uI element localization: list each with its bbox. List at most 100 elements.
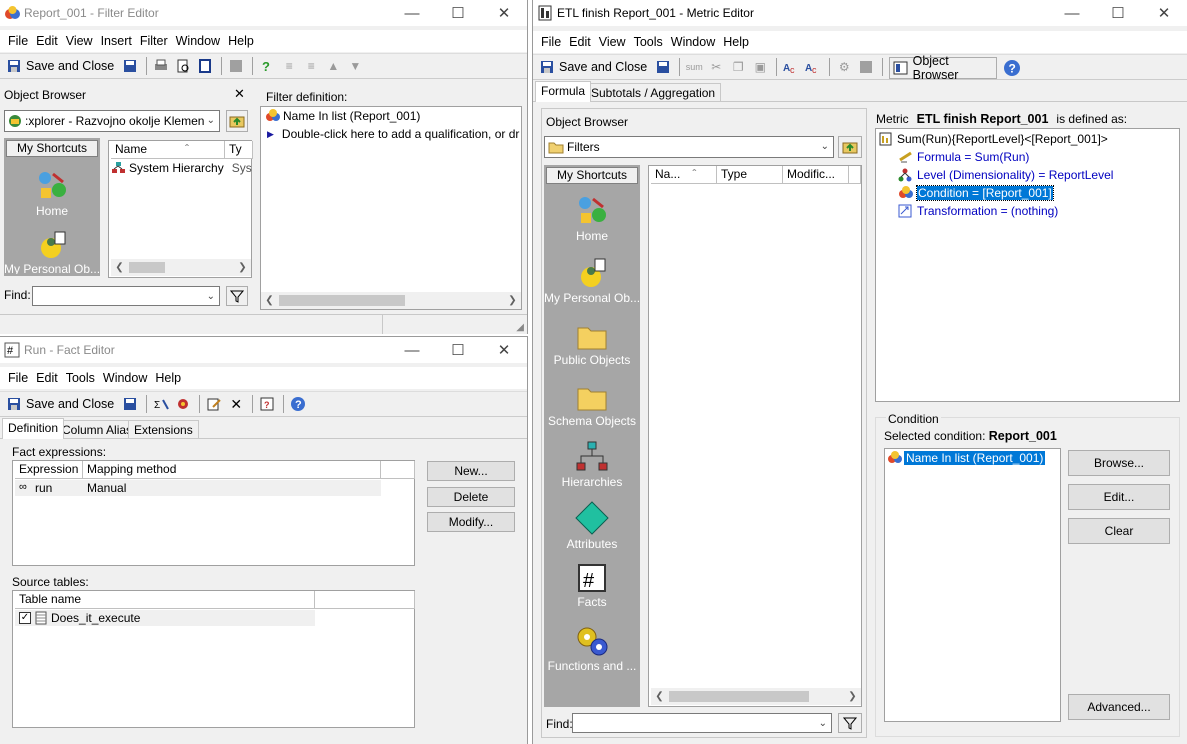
- scroll-left-icon[interactable]: ❮: [111, 259, 128, 276]
- column-extra[interactable]: [381, 461, 415, 479]
- debug-icon[interactable]: [173, 394, 193, 414]
- filter-editor-titlebar[interactable]: Report_001 - Filter Editor — ☐ ✕: [0, 0, 527, 26]
- close-button[interactable]: ✕: [481, 0, 527, 26]
- scroll-thumb[interactable]: [669, 691, 809, 702]
- menu-tools[interactable]: Tools: [634, 35, 663, 49]
- menu-file[interactable]: File: [8, 34, 28, 48]
- minimize-button[interactable]: —: [1049, 0, 1095, 26]
- edit-icon[interactable]: [204, 394, 224, 414]
- shortcut-facts[interactable]: # Facts: [544, 563, 640, 609]
- stop-icon[interactable]: [856, 57, 876, 77]
- location-dropdown[interactable]: :xplorer - Razvojno okolje Klemen ⌄: [4, 110, 220, 132]
- scroll-thumb[interactable]: [129, 262, 165, 273]
- validate-icon[interactable]: sum: [684, 57, 704, 77]
- fact-expression-icon[interactable]: Σ: [151, 394, 171, 414]
- shortcut-schema-objects[interactable]: Schema Objects: [544, 384, 640, 428]
- shortcut-home[interactable]: Home: [4, 168, 100, 218]
- stop-icon[interactable]: [226, 56, 246, 76]
- move-up-icon[interactable]: ▲: [323, 56, 343, 76]
- delete-icon[interactable]: ✕: [226, 394, 246, 414]
- maximize-button[interactable]: ☐: [435, 0, 481, 26]
- save-icon[interactable]: [4, 56, 24, 76]
- column-extra[interactable]: [315, 591, 415, 609]
- horizontal-scrollbar[interactable]: ❮ ❯: [261, 292, 521, 309]
- browse-button[interactable]: Browse...: [1068, 450, 1170, 476]
- fact-editor-titlebar[interactable]: # Run - Fact Editor — ☐ ✕: [0, 337, 527, 363]
- close-pane-icon[interactable]: ✕: [234, 86, 245, 102]
- filter-find-button[interactable]: [226, 286, 248, 306]
- tab-subtotals-aggregation[interactable]: Subtotals / Aggregation: [585, 83, 722, 102]
- list-item[interactable]: System Hierarchy Sys: [111, 161, 252, 175]
- condition-item[interactable]: Name In list (Report_001): [887, 451, 1046, 465]
- shortcut-public-objects[interactable]: Public Objects: [544, 323, 640, 367]
- find-input[interactable]: ⌄: [32, 286, 220, 306]
- outdent-icon[interactable]: ≡: [301, 56, 321, 76]
- definition-formula[interactable]: Formula = Sum(Run): [898, 150, 1029, 164]
- edit-button[interactable]: Edit...: [1068, 484, 1170, 510]
- add-qualification-item[interactable]: ▶ Double-click here to add a qualificati…: [267, 127, 519, 141]
- up-folder-button[interactable]: [838, 136, 862, 158]
- paste-icon[interactable]: ▣: [750, 57, 770, 77]
- column-mapping-method[interactable]: Mapping method: [83, 461, 381, 479]
- menu-filter[interactable]: Filter: [140, 34, 168, 48]
- shortcut-attributes[interactable]: Attributes: [544, 501, 640, 551]
- table-row[interactable]: ✓ Does_it_execute: [15, 610, 315, 626]
- tab-formula[interactable]: Formula: [535, 81, 592, 102]
- help-icon[interactable]: ?: [288, 394, 308, 414]
- column-type[interactable]: Ty: [225, 141, 253, 159]
- horizontal-scrollbar[interactable]: ❮ ❯: [651, 688, 861, 705]
- maximize-button[interactable]: ☐: [1095, 0, 1141, 26]
- menu-window[interactable]: Window: [671, 35, 715, 49]
- copy-icon[interactable]: ❐: [728, 57, 748, 77]
- minimize-button[interactable]: —: [389, 0, 435, 26]
- menu-window[interactable]: Window: [176, 34, 220, 48]
- abc-icon[interactable]: Ac: [781, 57, 801, 77]
- advanced-button[interactable]: Advanced...: [1068, 694, 1170, 720]
- close-button[interactable]: ✕: [481, 337, 527, 363]
- shortcut-hierarchies[interactable]: Hierarchies: [544, 441, 640, 489]
- shortcut-my-personal-objects[interactable]: My Personal Ob...: [544, 257, 640, 305]
- minimize-button[interactable]: —: [389, 337, 435, 363]
- tab-column-alias[interactable]: Column Alias: [56, 420, 139, 439]
- cut-icon[interactable]: ✂: [706, 57, 726, 77]
- filter-find-button[interactable]: [838, 713, 862, 733]
- help-icon[interactable]: ?: [1003, 59, 1021, 80]
- column-expression[interactable]: Expression: [15, 461, 83, 479]
- maximize-button[interactable]: ☐: [435, 337, 481, 363]
- move-down-icon[interactable]: ▼: [345, 56, 365, 76]
- properties-icon[interactable]: ?: [257, 394, 277, 414]
- menu-edit[interactable]: Edit: [36, 34, 58, 48]
- menu-help[interactable]: Help: [155, 371, 181, 385]
- menu-help[interactable]: Help: [228, 34, 254, 48]
- menu-edit[interactable]: Edit: [36, 371, 58, 385]
- definition-transformation[interactable]: Transformation = (nothing): [898, 204, 1058, 218]
- print-icon[interactable]: [151, 56, 171, 76]
- shortcut-functions-and-operators[interactable]: Functions and ...: [544, 625, 640, 673]
- my-shortcuts-header[interactable]: My Shortcuts: [6, 140, 98, 157]
- close-button[interactable]: ✕: [1141, 0, 1187, 26]
- column-extra[interactable]: [849, 166, 861, 184]
- column-table-name[interactable]: Table name: [15, 591, 315, 609]
- my-shortcuts-header[interactable]: My Shortcuts: [546, 167, 638, 184]
- table-checkbox[interactable]: ✓: [19, 612, 31, 624]
- up-folder-button[interactable]: [226, 110, 248, 132]
- scroll-right-icon[interactable]: ❯: [504, 292, 521, 309]
- table-row[interactable]: ∞ run Manual: [15, 480, 381, 496]
- resize-grip-icon[interactable]: ◢: [516, 322, 524, 333]
- menu-view[interactable]: View: [599, 35, 626, 49]
- settings-icon[interactable]: ⚙: [834, 57, 854, 77]
- menu-tools[interactable]: Tools: [66, 371, 95, 385]
- menu-file[interactable]: File: [8, 371, 28, 385]
- column-type[interactable]: Type: [717, 166, 783, 184]
- column-modified[interactable]: Modific...: [783, 166, 849, 184]
- save-icon[interactable]: [120, 56, 140, 76]
- definition-condition[interactable]: Condition = [Report_001]: [898, 185, 1054, 201]
- scroll-left-icon[interactable]: ❮: [261, 292, 278, 309]
- tab-definition[interactable]: Definition: [2, 418, 65, 439]
- horizontal-scrollbar[interactable]: ❮ ❯: [111, 259, 251, 276]
- find-icon[interactable]: [195, 56, 215, 76]
- object-browser-button[interactable]: Object Browser: [889, 54, 997, 82]
- menu-insert[interactable]: Insert: [101, 34, 132, 48]
- print-preview-icon[interactable]: [173, 56, 193, 76]
- save-icon[interactable]: [537, 57, 557, 77]
